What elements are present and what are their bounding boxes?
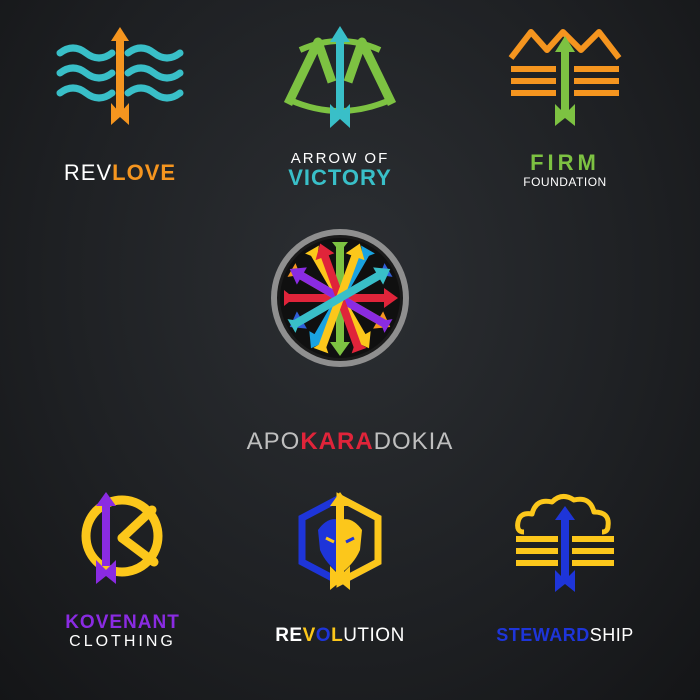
apokaradokia-wordmark: APOKARADOKIA [200,428,500,456]
apokaradokia-word-dokia: DOKIA [373,428,454,455]
stewardship-emblem [510,490,620,595]
revlove-word-love: LOVE [112,160,177,185]
revolution-part-v: V [302,625,316,646]
kovenant-wordmark: KOVENANT CLOTHING [45,612,200,651]
arrow-of-victory-wordmark: ARROW OF VICTORY [260,150,420,191]
stewardship-wordmark: STEWARDSHIP [480,625,650,646]
arrow-of-victory-emblem [280,22,400,132]
revolution-part-re: RE [275,625,303,646]
firm-foundation-wordmark: FIRM FOUNDATION [490,150,640,189]
revolution-wordmark: REVOLUTION [260,625,420,647]
apokaradokia-word-kara: KARA [300,428,374,455]
revolution-part-l: L [331,625,344,646]
stewardship-word-ship: SHIP [589,625,634,645]
revolution-part-ution: UTION [343,625,405,646]
kovenant-line2: CLOTHING [69,633,176,650]
kovenant-line1: KOVENANT [65,612,180,633]
firm-foundation-line1: FIRM [530,150,600,175]
apokaradokia-word-apo: APO [246,428,301,455]
stewardship-word-steward: STEWARD [496,625,590,645]
revlove-word-rev: REV [63,160,113,185]
revlove-wordmark: REVLOVE [40,160,200,186]
firm-foundation-emblem [505,22,625,127]
revolution-emblem [290,490,390,595]
kovenant-emblem [72,490,172,590]
arrow-of-victory-line2: VICTORY [288,165,392,190]
revlove-emblem [55,25,185,130]
revolution-part-o: O [315,625,332,646]
apokaradokia-emblem [270,228,410,368]
firm-foundation-line2: FOUNDATION [523,175,607,189]
